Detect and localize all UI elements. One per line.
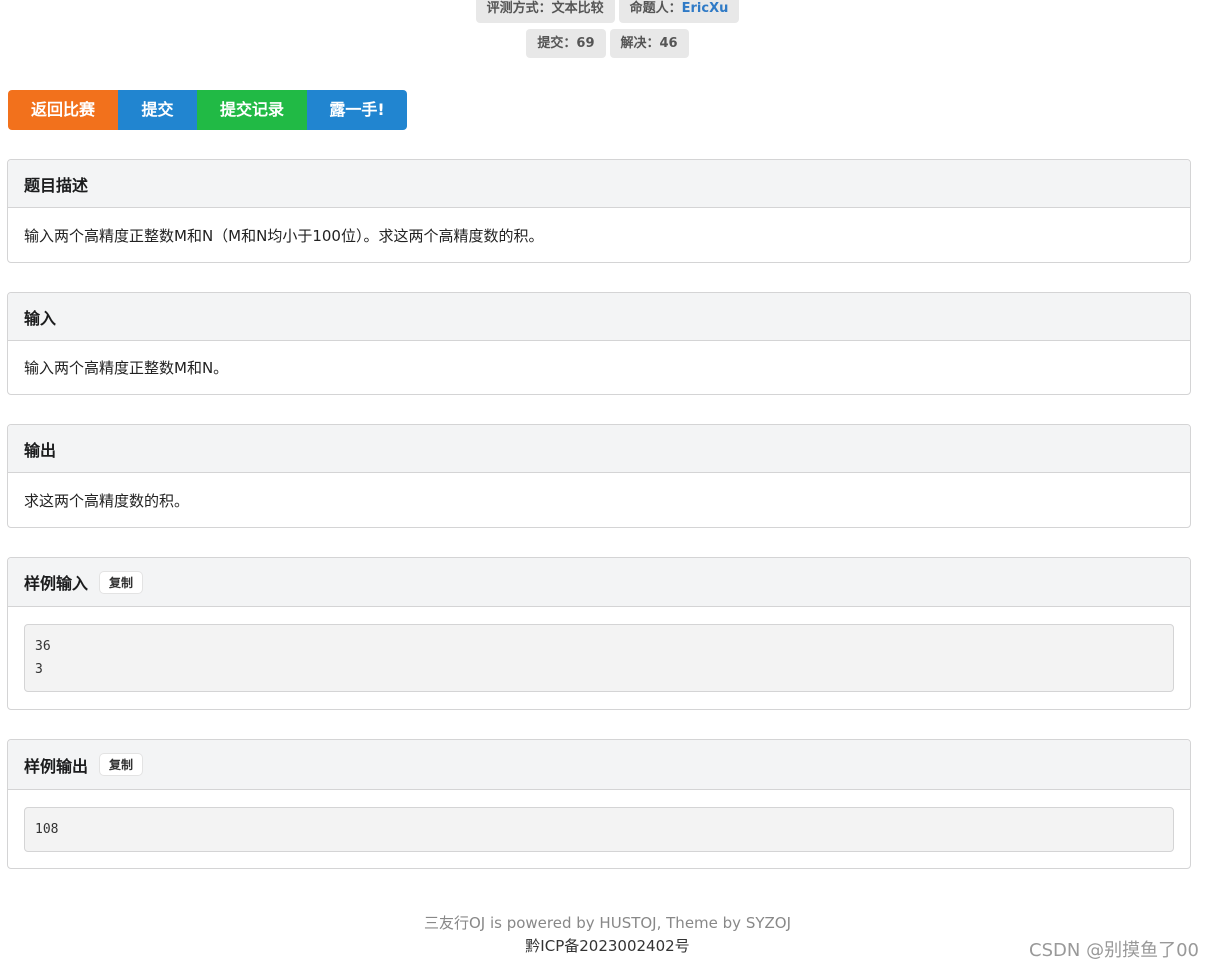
sample-input-section: 样例输入 复制 36 3	[7, 557, 1191, 710]
section-title: 输入	[24, 308, 57, 328]
input-section: 输入 输入两个高精度正整数M和N。	[7, 292, 1191, 395]
author-prefix: 命题人：	[629, 1, 682, 16]
section-header: 样例输出 复制	[8, 740, 1190, 790]
copy-sample-input-button[interactable]: 复制	[100, 571, 143, 593]
section-title: 题目描述	[24, 175, 89, 195]
show-off-button[interactable]: 露一手!	[307, 90, 407, 130]
submission-records-button[interactable]: 提交记录	[197, 90, 307, 130]
submit-count-label: 提交：69	[526, 29, 606, 58]
author-link[interactable]: EricXu	[682, 1, 729, 16]
solved-count-label: 解决：46	[609, 29, 689, 58]
input-text: 输入两个高精度正整数M和N。	[24, 359, 229, 377]
description-text: 输入两个高精度正整数M和N（M和N均小于100位）。求这两个高精度数的积。	[24, 226, 544, 245]
sample-output-section: 样例输出 复制 108	[7, 739, 1191, 869]
sample-output-code: 108	[24, 806, 1174, 852]
section-title: 样例输出	[24, 756, 89, 776]
section-header: 题目描述	[8, 160, 1190, 208]
judge-method-label: 评测方式：文本比较	[475, 0, 615, 23]
section-body: 输入两个高精度正整数M和N（M和N均小于100位）。求这两个高精度数的积。	[8, 208, 1190, 262]
section-header: 输入	[8, 293, 1190, 341]
problem-stats-row: 提交：69 解决：46	[0, 29, 1215, 58]
section-title: 样例输入	[24, 574, 89, 593]
problem-page: 评测方式：文本比较 命题人：EricXu 提交：69 解决：46 返回比赛 提交…	[0, 0, 1215, 967]
footer-powered-by: 三友行OJ is powered by HUSTOJ, Theme by SYZ…	[423, 914, 792, 932]
description-section: 题目描述 输入两个高精度正整数M和N（M和N均小于100位）。求这两个高精度数的…	[7, 159, 1191, 263]
section-title: 输出	[24, 440, 57, 460]
section-body: 36 3	[8, 607, 1190, 709]
submit-button[interactable]: 提交	[118, 90, 197, 130]
section-body: 输入两个高精度正整数M和N。	[8, 341, 1190, 394]
back-to-contest-button[interactable]: 返回比赛	[8, 90, 118, 130]
author-label: 命题人：EricXu	[618, 0, 740, 23]
copy-sample-output-button[interactable]: 复制	[100, 754, 143, 775]
section-header: 输出	[8, 425, 1190, 473]
section-body: 108	[8, 790, 1190, 868]
problem-meta-row: 评测方式：文本比较 命题人：EricXu	[0, 0, 1215, 23]
action-button-group: 返回比赛 提交 提交记录 露一手!	[8, 90, 407, 130]
section-header: 样例输入 复制	[8, 558, 1190, 607]
sample-input-code: 36 3	[24, 624, 1174, 692]
output-section: 输出 求这两个高精度数的积。	[7, 424, 1191, 528]
output-text: 求这两个高精度数的积。	[24, 491, 190, 510]
section-body: 求这两个高精度数的积。	[8, 473, 1190, 527]
csdn-watermark: CSDN @别摸鱼了00	[1029, 940, 1199, 961]
